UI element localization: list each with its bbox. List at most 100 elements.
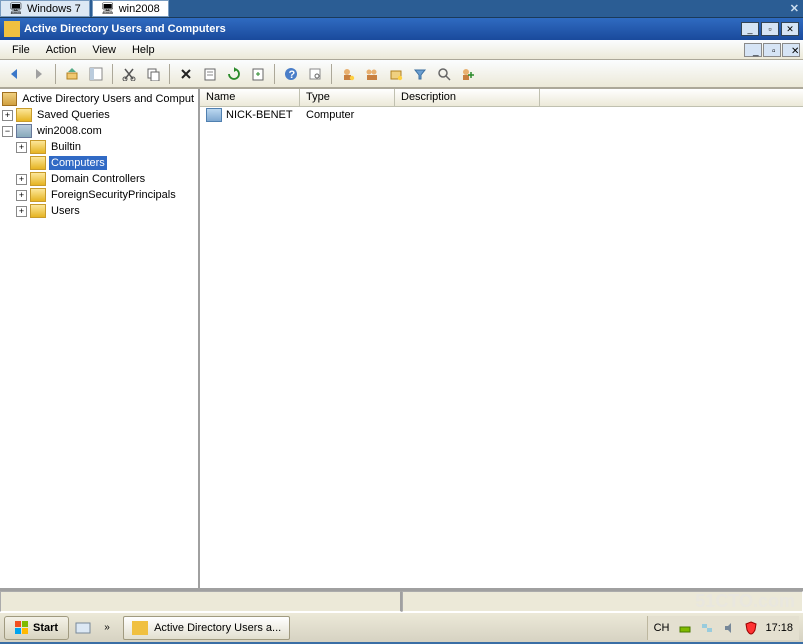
svg-text:?: ? — [289, 69, 296, 81]
list-body[interactable]: NICK-BENET Computer — [200, 107, 803, 588]
computer-icon — [206, 108, 222, 122]
monitor-icon: 🖥 — [9, 2, 23, 15]
aduc-icon — [2, 92, 17, 106]
tree-pane: Active Directory Users and Comput + Save… — [0, 89, 200, 588]
find-button[interactable] — [304, 63, 326, 85]
toolbar: ? — [0, 60, 803, 88]
properties-button[interactable] — [199, 63, 221, 85]
tray-safely-remove-icon[interactable] — [677, 620, 693, 636]
start-button[interactable]: Start — [4, 616, 69, 640]
tree-saved-queries[interactable]: + Saved Queries — [2, 107, 196, 123]
list-hscroll[interactable] — [402, 591, 803, 612]
menu-help[interactable]: Help — [124, 42, 163, 58]
forward-button[interactable] — [28, 63, 50, 85]
taskbar-clock[interactable]: 17:18 — [765, 622, 793, 634]
vm-tab-win2008[interactable]: 🖥 win2008 — [92, 0, 169, 17]
list-item-type: Computer — [300, 108, 395, 122]
list-item[interactable]: NICK-BENET Computer — [200, 107, 803, 123]
menu-view[interactable]: View — [84, 42, 124, 58]
tree-builtin[interactable]: + Builtin — [2, 139, 196, 155]
show-hide-tree-button[interactable] — [85, 63, 107, 85]
start-label: Start — [33, 622, 58, 634]
system-tray: CH 17:18 — [647, 616, 799, 640]
quicklaunch-chevron[interactable]: » — [97, 618, 117, 638]
column-header-type[interactable]: Type — [300, 89, 395, 106]
column-header-description[interactable]: Description — [395, 89, 540, 106]
expand-icon[interactable]: + — [16, 174, 27, 185]
folder-icon — [16, 108, 32, 122]
list-item-name: NICK-BENET — [226, 109, 293, 121]
vm-tab-label: win2008 — [119, 3, 160, 15]
column-header-name[interactable]: Name — [200, 89, 300, 106]
tree-label: Saved Queries — [35, 108, 112, 122]
language-indicator[interactable]: CH — [654, 622, 670, 634]
tray-volume-icon[interactable] — [721, 620, 737, 636]
taskbar-button-label: Active Directory Users a... — [154, 622, 281, 634]
window-title: Active Directory Users and Computers — [24, 23, 739, 35]
add-to-group-button[interactable] — [457, 63, 479, 85]
tree-label: ForeignSecurityPrincipals — [49, 188, 178, 202]
child-window-buttons: _ ▫ ✕ — [744, 43, 803, 57]
new-user-button[interactable] — [337, 63, 359, 85]
tray-shield-icon[interactable] — [743, 620, 759, 636]
list-header: Name Type Description — [200, 89, 803, 107]
menu-bar: File Action View Help _ ▫ ✕ — [0, 40, 803, 60]
tree-label: win2008.com — [35, 124, 104, 138]
expand-icon[interactable]: + — [2, 110, 13, 121]
tree-domain-controllers[interactable]: + Domain Controllers — [2, 171, 196, 187]
monitor-icon: 🖥 — [101, 2, 115, 15]
back-button[interactable] — [4, 63, 26, 85]
find-objects-button[interactable] — [433, 63, 455, 85]
scrollbar-region — [0, 588, 803, 612]
menu-action[interactable]: Action — [38, 42, 85, 58]
child-restore-button[interactable]: ▫ — [763, 43, 781, 57]
tree-domain[interactable]: − win2008.com — [2, 123, 196, 139]
collapse-icon[interactable]: − — [2, 126, 13, 137]
folder-icon — [30, 140, 46, 154]
new-ou-button[interactable] — [385, 63, 407, 85]
cut-button[interactable] — [118, 63, 140, 85]
refresh-button[interactable] — [223, 63, 245, 85]
tray-network-icon[interactable] — [699, 620, 715, 636]
expand-icon[interactable]: + — [16, 142, 27, 153]
app-icon — [132, 621, 148, 635]
taskbar-button-aduc[interactable]: Active Directory Users a... — [123, 616, 290, 640]
tree-label: Builtin — [49, 140, 83, 154]
list-item-description — [395, 114, 803, 116]
tree-users[interactable]: + Users — [2, 203, 196, 219]
tree-computers[interactable]: Computers — [2, 155, 196, 171]
tree-fsp[interactable]: + ForeignSecurityPrincipals — [2, 187, 196, 203]
folder-icon — [30, 172, 46, 186]
vm-close-icon[interactable]: ✕ — [790, 2, 799, 15]
vm-tab-windows7[interactable]: 🖥 Windows 7 — [0, 0, 90, 17]
folder-icon — [30, 204, 46, 218]
export-list-button[interactable] — [247, 63, 269, 85]
menu-file[interactable]: File — [4, 42, 38, 58]
tree-root[interactable]: Active Directory Users and Comput — [2, 91, 196, 107]
expand-icon[interactable]: + — [16, 190, 27, 201]
folder-icon — [30, 188, 46, 202]
tree-hscroll[interactable] — [0, 591, 402, 612]
up-button[interactable] — [61, 63, 83, 85]
expand-icon[interactable]: + — [16, 206, 27, 217]
close-button[interactable]: ✕ — [781, 22, 799, 36]
app-icon — [4, 21, 20, 37]
copy-button[interactable] — [142, 63, 164, 85]
minimize-button[interactable]: _ — [741, 22, 759, 36]
domain-icon — [16, 124, 32, 138]
restore-button[interactable]: ▫ — [761, 22, 779, 36]
filter-button[interactable] — [409, 63, 431, 85]
vm-tab-bar: 🖥 Windows 7 🖥 win2008 ✕ — [0, 0, 803, 18]
help-button[interactable]: ? — [280, 63, 302, 85]
vm-tab-label: Windows 7 — [27, 3, 81, 15]
child-close-button[interactable]: ✕ — [782, 43, 800, 57]
quicklaunch-show-desktop[interactable] — [73, 618, 93, 638]
taskbar: Start » Active Directory Users a... CH 1… — [0, 612, 803, 642]
window-titlebar: Active Directory Users and Computers _ ▫… — [0, 18, 803, 40]
new-group-button[interactable] — [361, 63, 383, 85]
child-minimize-button[interactable]: _ — [744, 43, 762, 57]
main-content: Active Directory Users and Comput + Save… — [0, 88, 803, 588]
delete-button[interactable] — [175, 63, 197, 85]
folder-icon — [30, 156, 46, 170]
windows-logo-icon — [15, 621, 29, 635]
